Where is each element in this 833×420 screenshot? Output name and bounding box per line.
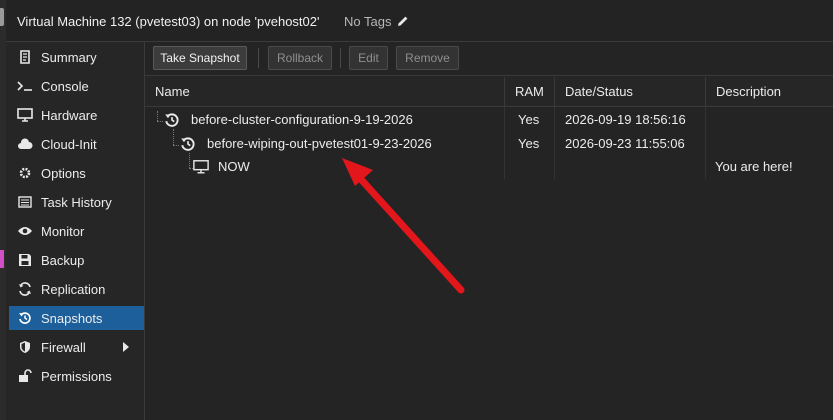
table-row[interactable]: before-wiping-out-pvetest01-9-23-2026 Ye… xyxy=(145,132,833,156)
shield-icon xyxy=(17,339,33,355)
pencil-icon[interactable] xyxy=(397,15,409,27)
tags-label: No Tags xyxy=(344,14,392,29)
monitor-icon xyxy=(193,160,209,174)
hardware-icon xyxy=(17,107,33,123)
sidebar-item-label: Console xyxy=(41,78,89,94)
remove-button[interactable]: Remove xyxy=(396,46,459,70)
sidebar-item-label: Hardware xyxy=(41,107,98,123)
toolbar-separator xyxy=(258,48,259,68)
snapshots-panel: Take Snapshot Rollback Edit Remove Name … xyxy=(145,42,833,420)
edit-button[interactable]: Edit xyxy=(349,46,388,70)
sidebar-item-label: Snapshots xyxy=(41,310,103,326)
sidebar-item-task-history[interactable]: Task History xyxy=(9,190,144,214)
column-header-name[interactable]: Name xyxy=(145,77,504,107)
ram-value: Yes xyxy=(518,136,540,151)
snapshot-name: before-wiping-out-pvetest01-9-23-2026 xyxy=(207,136,432,151)
sidebar-item-label: Summary xyxy=(41,49,97,65)
sidebar-item-label: Permissions xyxy=(41,368,112,384)
cloud-icon xyxy=(17,136,33,152)
sidebar-item-label: Backup xyxy=(41,252,85,268)
summary-icon xyxy=(17,49,33,65)
snapshot-icon xyxy=(17,310,33,326)
toolbar-separator xyxy=(340,48,341,68)
snapshot-icon xyxy=(181,137,195,151)
panel-header: Virtual Machine 132 (pvetest03) on node … xyxy=(6,0,833,42)
sidebar-item-firewall[interactable]: Firewall xyxy=(9,335,144,359)
collapse-handle[interactable] xyxy=(0,8,4,26)
snapshot-icon xyxy=(165,113,179,127)
date-status-value: 2026-09-23 11:55:06 xyxy=(565,136,685,151)
sidebar-item-summary[interactable]: Summary xyxy=(9,45,144,69)
table-row[interactable]: NOW You are here! xyxy=(145,155,833,179)
column-header-ram[interactable]: RAM xyxy=(504,77,554,107)
console-icon xyxy=(17,78,33,94)
grid-header: Name RAM Date/Status Description xyxy=(145,77,833,107)
sidebar-item-hardware[interactable]: Hardware xyxy=(9,103,144,127)
ram-value: Yes xyxy=(518,112,540,127)
table-row[interactable]: before-cluster-configuration-9-19-2026 Y… xyxy=(145,108,833,132)
take-snapshot-button[interactable]: Take Snapshot xyxy=(153,46,247,70)
replication-icon xyxy=(17,281,33,297)
snapshot-name: NOW xyxy=(218,159,250,174)
page-title: Virtual Machine 132 (pvetest03) on node … xyxy=(17,14,320,29)
rollback-button[interactable]: Rollback xyxy=(268,46,332,70)
chevron-right-icon[interactable] xyxy=(122,341,130,353)
sidebar-item-monitor[interactable]: Monitor xyxy=(9,219,144,243)
sidebar-item-label: Monitor xyxy=(41,223,85,239)
sidebar-item-console[interactable]: Console xyxy=(9,74,144,98)
tags-editor[interactable]: No Tags xyxy=(344,14,409,29)
sidebar-item-label: Task History xyxy=(41,194,112,210)
sidebar-item-label: Replication xyxy=(41,281,106,297)
sidebar-item-label: Options xyxy=(41,165,86,181)
description-value: You are here! xyxy=(715,159,793,174)
eye-icon xyxy=(17,223,33,239)
sidebar-item-options[interactable]: Options xyxy=(9,161,144,185)
unlock-icon xyxy=(17,368,33,384)
sidebar: Summary Console Hardware Cloud-Init Opti… xyxy=(6,42,145,420)
sidebar-item-permissions[interactable]: Permissions xyxy=(9,364,144,388)
sidebar-item-cloud-init[interactable]: Cloud-Init xyxy=(9,132,144,156)
sidebar-item-backup[interactable]: Backup xyxy=(9,248,144,272)
sidebar-item-label: Firewall xyxy=(41,339,86,355)
snapshot-name: before-cluster-configuration-9-19-2026 xyxy=(191,112,413,127)
sidebar-item-label: Cloud-Init xyxy=(41,136,97,152)
sidebar-item-replication[interactable]: Replication xyxy=(9,277,144,301)
column-header-description[interactable]: Description xyxy=(705,77,833,107)
column-header-date-status[interactable]: Date/Status xyxy=(554,77,705,107)
task-history-icon xyxy=(17,194,33,210)
date-status-value: 2026-09-19 18:56:16 xyxy=(565,112,686,127)
edge-marker xyxy=(0,250,4,268)
gear-icon xyxy=(17,165,33,181)
toolbar: Take Snapshot Rollback Edit Remove xyxy=(145,42,833,76)
snapshot-tree-grid: before-cluster-configuration-9-19-2026 Y… xyxy=(145,107,833,420)
sidebar-item-snapshots[interactable]: Snapshots xyxy=(9,306,144,330)
backup-icon xyxy=(17,252,33,268)
